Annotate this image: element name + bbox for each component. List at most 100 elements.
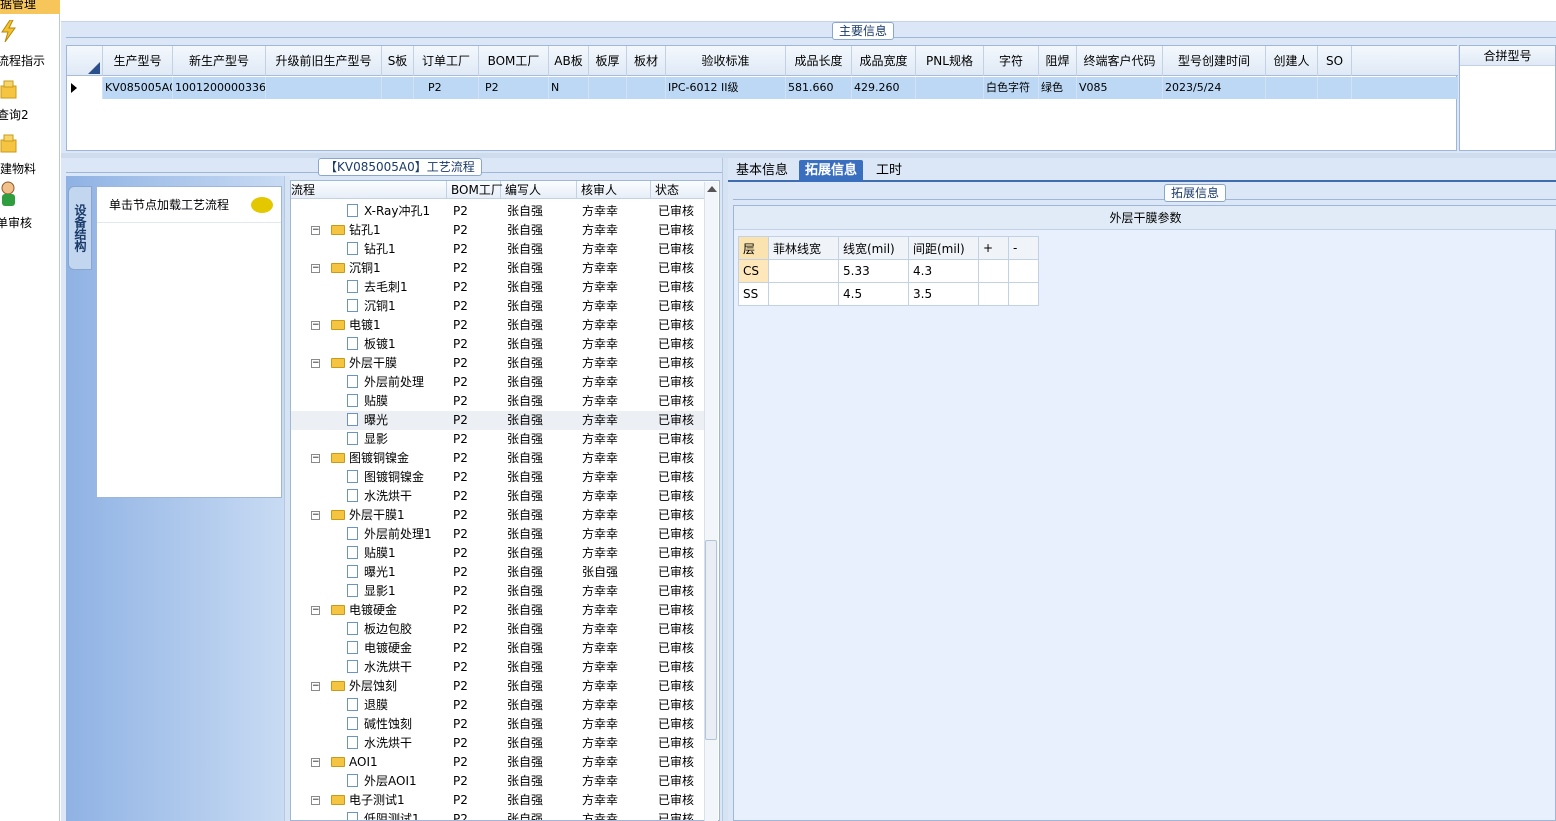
- tree-cell-bom[interactable]: P2: [453, 582, 468, 601]
- tree-cell-bom[interactable]: P2: [453, 259, 468, 278]
- cell[interactable]: SS: [738, 282, 769, 306]
- tree-node[interactable]: − 外层蚀刻: [311, 677, 397, 696]
- cell[interactable]: P2: [479, 77, 549, 99]
- tree-cell-status[interactable]: 已审核: [658, 582, 694, 601]
- tree-cell-status[interactable]: 已审核: [658, 715, 694, 734]
- tree-row[interactable]: 板镀1 P2 张自强 方幸幸 已审核: [291, 335, 705, 354]
- tree-cell-status[interactable]: 已审核: [658, 677, 694, 696]
- tree-cell-reviewer[interactable]: 方幸幸: [582, 240, 618, 259]
- tree-cell-bom[interactable]: P2: [453, 601, 468, 620]
- tree-cell-status[interactable]: 已审核: [658, 487, 694, 506]
- tree-cell-status[interactable]: 已审核: [658, 449, 694, 468]
- tree-node[interactable]: − 电镀硬金: [311, 601, 397, 620]
- tree-node[interactable]: − 钻孔1: [311, 221, 381, 240]
- cell[interactable]: CS: [738, 259, 769, 283]
- tree-cell-writer[interactable]: 张自强: [507, 354, 543, 373]
- tree-cell-status[interactable]: 已审核: [658, 278, 694, 297]
- cell[interactable]: N: [549, 77, 589, 99]
- tree-node[interactable]: − AOI1: [311, 753, 378, 772]
- tree-cell-bom[interactable]: P2: [453, 240, 468, 259]
- tree-cell-bom[interactable]: P2: [453, 316, 468, 335]
- tree-cell-bom[interactable]: P2: [453, 791, 468, 810]
- tree-cell-writer[interactable]: 张自强: [507, 772, 543, 791]
- tree-node[interactable]: 外层AOI1: [347, 772, 417, 791]
- tree-row[interactable]: 水洗烘干 P2 张自强 方幸幸 已审核: [291, 734, 705, 753]
- tree-cell-status[interactable]: 已审核: [658, 506, 694, 525]
- tree-cell-writer[interactable]: 张自强: [507, 810, 543, 820]
- tree-cell-status[interactable]: 已审核: [658, 772, 694, 791]
- tree-cell-reviewer[interactable]: 张自强: [582, 563, 618, 582]
- nav-item-process[interactable]: 流程指示: [0, 52, 57, 69]
- tree-cell-reviewer[interactable]: 方幸幸: [582, 620, 618, 639]
- cell[interactable]: 绿色: [1039, 77, 1077, 99]
- col-header[interactable]: 订单工厂: [414, 46, 479, 76]
- tree-row[interactable]: − 外层干膜1 P2 张自强 方幸幸 已审核: [291, 506, 705, 525]
- tree-cell-writer[interactable]: 张自强: [507, 563, 543, 582]
- cell[interactable]: P2: [414, 77, 479, 99]
- cell[interactable]: [978, 259, 1009, 283]
- cell[interactable]: [768, 282, 839, 306]
- col-header[interactable]: PNL规格: [916, 46, 984, 76]
- tree-cell-bom[interactable]: P2: [453, 772, 468, 791]
- tree-row[interactable]: 钻孔1 P2 张自强 方幸幸 已审核: [291, 240, 705, 259]
- nav-active-item[interactable]: 数据管理: [0, 0, 60, 14]
- collapse-icon[interactable]: −: [311, 359, 320, 368]
- col-header[interactable]: 生产型号: [103, 46, 173, 76]
- col-header[interactable]: 终端客户代码: [1077, 46, 1163, 76]
- tree-node[interactable]: − 电镀1: [311, 316, 381, 335]
- col-header[interactable]: BOM工厂: [479, 46, 549, 76]
- nav-item-audit[interactable]: 单审核: [0, 214, 56, 231]
- tree-cell-writer[interactable]: 张自强: [507, 221, 543, 240]
- tree-node[interactable]: 外层前处理: [347, 373, 424, 392]
- tree-cell-writer[interactable]: 张自强: [507, 392, 543, 411]
- tree-cell-status[interactable]: 已审核: [658, 563, 694, 582]
- tree-cell-status[interactable]: 已审核: [658, 753, 694, 772]
- tree-cell-writer[interactable]: 张自强: [507, 620, 543, 639]
- tree-cell-reviewer[interactable]: 方幸幸: [582, 354, 618, 373]
- cell[interactable]: [382, 77, 414, 99]
- nav-item-query2[interactable]: 查询2: [0, 106, 57, 123]
- cell[interactable]: 4.5: [838, 282, 909, 306]
- tree-cell-writer[interactable]: 张自强: [507, 544, 543, 563]
- tree-node[interactable]: 去毛刺1: [347, 278, 408, 297]
- tree-cell-bom[interactable]: P2: [453, 810, 468, 820]
- col-header[interactable]: 核审人: [577, 181, 651, 199]
- tree-cell-reviewer[interactable]: 方幸幸: [582, 430, 618, 449]
- tree-cell-writer[interactable]: 张自强: [507, 468, 543, 487]
- tree-cell-writer[interactable]: 张自强: [507, 278, 543, 297]
- tree-cell-reviewer[interactable]: 方幸幸: [582, 411, 618, 430]
- tree-cell-status[interactable]: 已审核: [658, 430, 694, 449]
- tree-cell-writer[interactable]: 张自强: [507, 734, 543, 753]
- tree-scroll-thumb[interactable]: [705, 540, 717, 740]
- col-header[interactable]: 阻焊: [1039, 46, 1077, 76]
- cell[interactable]: 3.5: [908, 282, 979, 306]
- tree-node[interactable]: 退膜: [347, 696, 388, 715]
- tree-cell-status[interactable]: 已审核: [658, 525, 694, 544]
- cell[interactable]: 10012000003364: [173, 77, 266, 99]
- tree-cell-status[interactable]: 已审核: [658, 601, 694, 620]
- collapse-icon[interactable]: −: [311, 264, 320, 273]
- cell[interactable]: [916, 77, 984, 99]
- tree-cell-writer[interactable]: 张自强: [507, 316, 543, 335]
- tree-node[interactable]: − 图镀铜镍金: [311, 449, 409, 468]
- tree-cell-writer[interactable]: 张自强: [507, 677, 543, 696]
- tree-row[interactable]: − AOI1 P2 张自强 方幸幸 已审核: [291, 753, 705, 772]
- col-header[interactable]: 验收标准: [666, 46, 786, 76]
- tree-cell-bom[interactable]: P2: [453, 202, 468, 221]
- tree-cell-writer[interactable]: 张自强: [507, 696, 543, 715]
- tree-cell-reviewer[interactable]: 方幸幸: [582, 810, 618, 820]
- tree-cell-status[interactable]: 已审核: [658, 639, 694, 658]
- tree-row[interactable]: 去毛刺1 P2 张自强 方幸幸 已审核: [291, 278, 705, 297]
- col-header[interactable]: S板: [382, 46, 414, 76]
- tree-cell-writer[interactable]: 张自强: [507, 601, 543, 620]
- tree-cell-status[interactable]: 已审核: [658, 696, 694, 715]
- col-header[interactable]: 板厚: [589, 46, 627, 76]
- tree-cell-status[interactable]: 已审核: [658, 392, 694, 411]
- tree-cell-status[interactable]: 已审核: [658, 202, 694, 221]
- tree-row[interactable]: − 电子测试1 P2 张自强 方幸幸 已审核: [291, 791, 705, 810]
- col-header[interactable]: 升级前旧生产型号: [266, 46, 382, 76]
- tree-node[interactable]: 板镀1: [347, 335, 396, 354]
- tree-cell-bom[interactable]: P2: [453, 506, 468, 525]
- tree-row[interactable]: − 钻孔1 P2 张自强 方幸幸 已审核: [291, 221, 705, 240]
- tree-cell-reviewer[interactable]: 方幸幸: [582, 772, 618, 791]
